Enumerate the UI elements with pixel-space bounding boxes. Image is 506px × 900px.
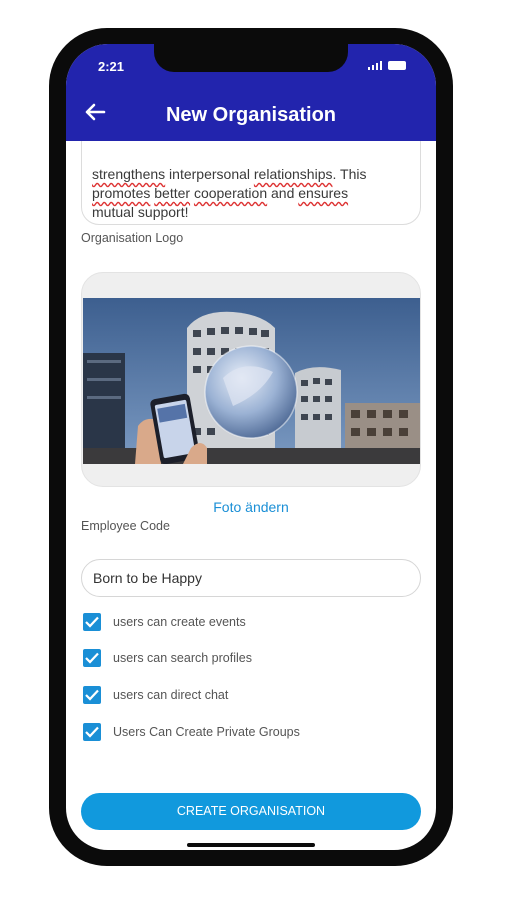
employee-code-input[interactable]: Born to be Happy	[81, 559, 421, 597]
home-indicator[interactable]	[187, 843, 315, 847]
create-organisation-button[interactable]: CREATE ORGANISATION	[81, 793, 421, 830]
permission-label: users can create events	[113, 615, 246, 629]
desc-word: cooperation	[193, 185, 268, 201]
employee-code-label: Employee Code	[81, 519, 170, 533]
organisation-logo-card[interactable]	[81, 272, 421, 487]
permission-label: Users Can Create Private Groups	[113, 725, 300, 739]
status-icons	[367, 60, 406, 70]
description-text: strengthens interpersonal relationships.…	[92, 165, 412, 222]
desc-word: interpersonal	[165, 166, 254, 182]
desc-word: mutual support!	[92, 204, 189, 220]
notch	[154, 44, 348, 72]
desc-word: strengthens	[92, 166, 166, 182]
status-time: 2:21	[98, 59, 125, 74]
desc-word: ensures	[298, 185, 349, 201]
battery-icon	[388, 61, 406, 70]
form-content[interactable]: strengthens interpersonal relationships.…	[66, 44, 436, 850]
desc-word: relationships	[253, 166, 333, 182]
change-photo-link[interactable]: Foto ändern	[66, 499, 436, 515]
permission-row-direct-chat[interactable]: users can direct chat	[83, 686, 228, 704]
app-screen: strengthens interpersonal relationships.…	[66, 44, 436, 850]
desc-word: better	[154, 185, 191, 201]
checkbox-checked-icon[interactable]	[83, 723, 101, 741]
desc-word: . This	[332, 166, 367, 182]
desc-word: and	[267, 185, 299, 201]
page-title: New Organisation	[165, 104, 337, 126]
organisation-logo-image	[83, 298, 420, 464]
permission-label: users can search profiles	[113, 651, 252, 665]
permission-row-private-groups[interactable]: Users Can Create Private Groups	[83, 723, 300, 741]
organisation-logo-label: Organisation Logo	[81, 231, 184, 245]
permission-label: users can direct chat	[113, 688, 229, 702]
checkbox-checked-icon[interactable]	[83, 613, 101, 631]
checkbox-checked-icon[interactable]	[83, 649, 101, 667]
checkbox-checked-icon[interactable]	[83, 686, 101, 704]
phone-frame: strengthens interpersonal relationships.…	[49, 28, 453, 866]
desc-word: promotes	[92, 185, 151, 201]
permission-row-create-events[interactable]: users can create events	[83, 613, 246, 631]
permission-row-search-profiles[interactable]: users can search profiles	[83, 649, 252, 667]
signal-icon	[367, 60, 382, 70]
